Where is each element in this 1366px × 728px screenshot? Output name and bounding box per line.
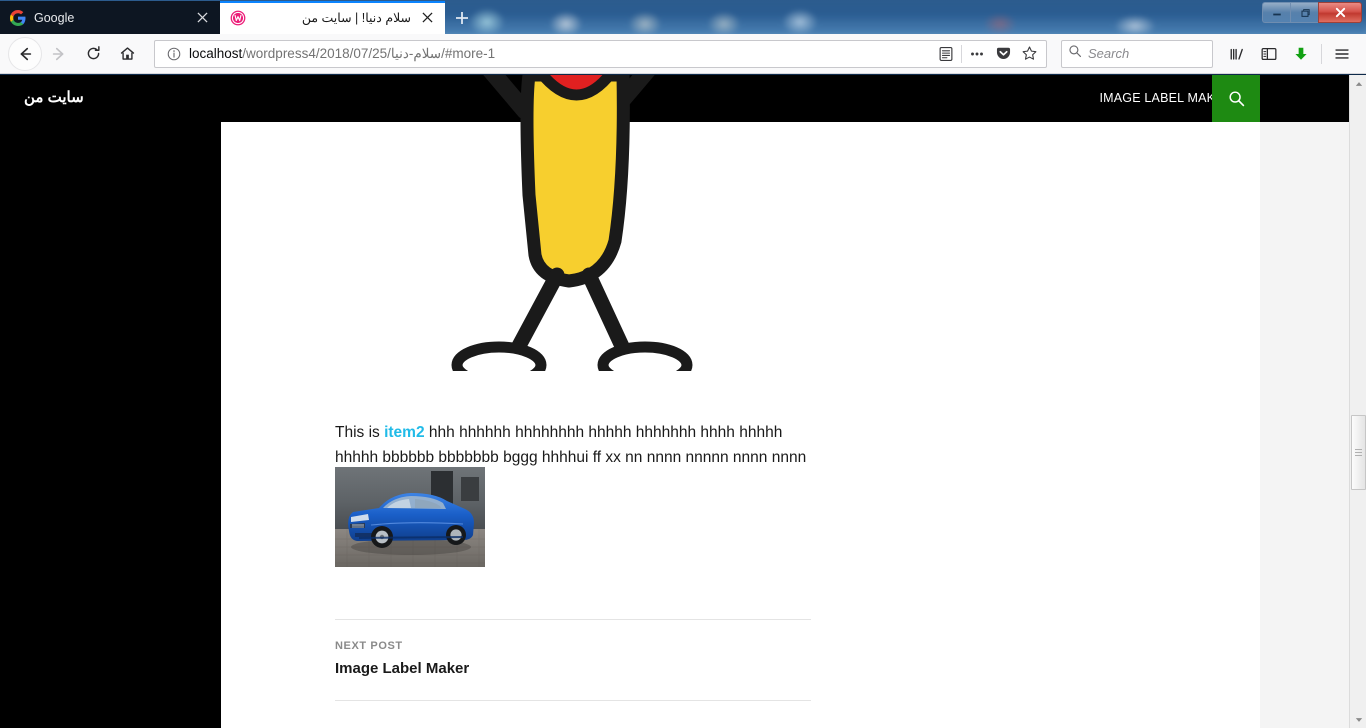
search-bar[interactable]: Search	[1061, 39, 1213, 68]
post-nav-label: NEXT POST	[335, 640, 403, 652]
url-path: /wordpress4/2018/07/25/سلام-دنیا/#more-1	[242, 45, 496, 61]
ellipsis-icon[interactable]	[964, 41, 990, 67]
reload-icon[interactable]	[76, 37, 110, 71]
post-content-column: This is item2 hhh hhhhhh hhhhhhhh hhhhh …	[221, 75, 1260, 728]
wordpress-icon	[230, 10, 246, 26]
window-controls	[1262, 2, 1362, 23]
url-text[interactable]: localhost/wordpress4/2018/07/25/سلام-دنی…	[185, 46, 933, 62]
site-sidebar: سایت من	[0, 75, 221, 728]
toolbar-divider	[961, 44, 962, 63]
url-host: localhost	[189, 45, 243, 61]
hamburger-menu-icon[interactable]	[1326, 38, 1358, 70]
search-input[interactable]: Search	[1088, 46, 1129, 61]
tab-strip: Google سلام دنیا! | سایت من	[0, 0, 479, 34]
post-inline-link-item2[interactable]: item2	[384, 424, 425, 441]
page-viewport: سایت من IMAGE LABEL MAKER This is item2 …	[0, 75, 1366, 728]
tab-label: Google	[34, 10, 75, 25]
browser-tab-active-wordpress[interactable]: سلام دنیا! | سایت من	[220, 1, 445, 34]
title-bar: Google سلام دنیا! | سایت من	[0, 0, 1366, 34]
library-icon[interactable]	[1221, 38, 1253, 70]
post-paragraph: This is item2 hhh hhhhhh hhhhhhhh hhhhh …	[335, 420, 825, 470]
tab-label: سلام دنیا! | سایت من	[301, 11, 411, 25]
sidebar-icon[interactable]	[1253, 38, 1285, 70]
back-arrow-icon[interactable]	[8, 36, 42, 71]
star-icon[interactable]	[1016, 41, 1042, 67]
forward-arrow-icon[interactable]	[42, 37, 76, 71]
address-bar[interactable]: localhost/wordpress4/2018/07/25/سلام-دنی…	[154, 39, 1047, 68]
info-circle-icon[interactable]	[163, 47, 185, 61]
browser-window: Google سلام دنیا! | سایت من localhost/wo…	[0, 0, 1366, 728]
divider	[335, 700, 811, 701]
blue-sedan-car-photo	[335, 467, 485, 567]
post-nav-link-next[interactable]: Image Label Maker	[335, 660, 811, 677]
post-text-prefix: This is	[335, 424, 385, 441]
yellow-cartoon-figure-icon	[451, 75, 693, 371]
toolbar-right-buttons	[1221, 38, 1358, 70]
browser-tab-google[interactable]: Google	[0, 1, 220, 34]
chevron-up-icon[interactable]	[1350, 75, 1366, 92]
restore-button[interactable]	[1290, 2, 1318, 23]
download-arrow-icon[interactable]	[1285, 38, 1317, 70]
divider	[335, 619, 811, 620]
post-inline-image-blue-car[interactable]	[335, 467, 485, 567]
reader-mode-icon[interactable]	[933, 41, 959, 67]
search-icon	[1068, 44, 1082, 63]
site-title[interactable]: سایت من	[24, 88, 204, 106]
home-icon[interactable]	[110, 37, 144, 71]
navigation-toolbar: localhost/wordpress4/2018/07/25/سلام-دنی…	[0, 34, 1366, 74]
address-bar-actions	[933, 41, 1042, 67]
new-tab-button[interactable]	[445, 1, 479, 34]
pocket-icon[interactable]	[990, 41, 1016, 67]
page-scrollbar[interactable]	[1349, 75, 1366, 728]
minimize-button[interactable]	[1262, 2, 1290, 23]
scroll-thumb[interactable]	[1351, 415, 1366, 490]
post-featured-illustration	[335, 75, 811, 371]
toolbar-divider	[1321, 43, 1322, 64]
close-icon[interactable]	[192, 8, 212, 28]
close-button[interactable]	[1318, 2, 1362, 23]
post-navigation: NEXT POST Image Label Maker	[335, 619, 811, 701]
scroll-thumb-grip	[1355, 447, 1362, 458]
google-icon	[10, 9, 26, 26]
site-search-toggle-button[interactable]	[1212, 75, 1260, 122]
close-icon[interactable]	[417, 8, 437, 28]
chevron-down-icon[interactable]	[1350, 711, 1366, 728]
